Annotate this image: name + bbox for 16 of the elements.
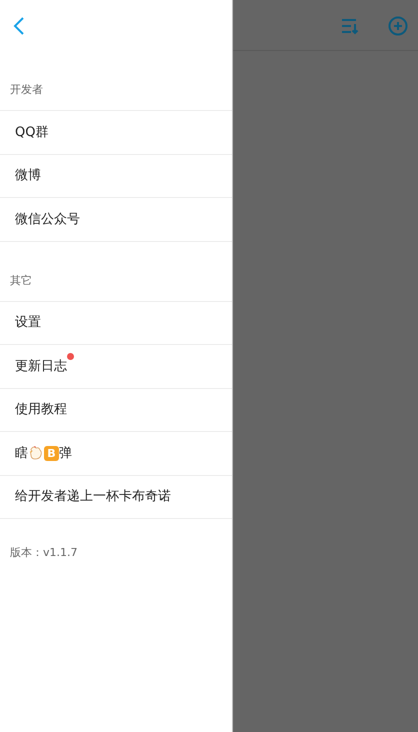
back-icon[interactable] xyxy=(12,16,26,36)
add-circle-icon[interactable] xyxy=(388,16,408,36)
menu-item[interactable]: 微博 xyxy=(0,154,232,198)
menu-item[interactable]: 给开发者递上一杯卡布奇诺 xyxy=(0,476,232,519)
version-text: 版本：v1.1.7 xyxy=(9,545,78,561)
menu-item[interactable]: 更新日志 xyxy=(0,345,232,388)
menu-item[interactable]: 瞎 B 弹 xyxy=(0,432,232,476)
sort-icon[interactable] xyxy=(341,17,359,35)
menu-item[interactable]: 微信公众号 xyxy=(0,198,232,242)
menu-item[interactable]: 设置 xyxy=(0,302,232,345)
section-header: 开发者 xyxy=(0,71,232,111)
menu-item[interactable]: QQ群 xyxy=(0,111,232,154)
menu-item[interactable]: 使用教程 xyxy=(0,388,232,432)
section-header: 其它 xyxy=(0,262,232,302)
letter-badge: B xyxy=(44,446,59,461)
chicken-icon xyxy=(29,446,43,460)
